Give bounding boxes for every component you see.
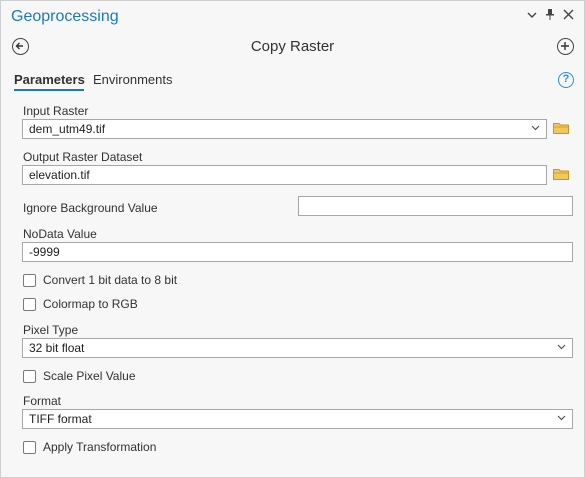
ignore-background-label: Ignore Background Value	[23, 201, 158, 215]
convert-1bit-checkbox[interactable]	[23, 274, 36, 287]
pane-title: Geoprocessing	[11, 8, 119, 25]
browse-folder-icon[interactable]	[553, 168, 569, 183]
chevron-down-icon	[531, 122, 540, 136]
convert-1bit-label: Convert 1 bit data to 8 bit	[43, 273, 178, 287]
output-raster-value: elevation.tif	[29, 168, 90, 182]
help-icon[interactable]: ?	[558, 72, 574, 88]
active-tab-indicator	[14, 89, 84, 91]
pane-menu-chevron-icon[interactable]	[527, 8, 537, 23]
pixel-type-dropdown[interactable]: 32 bit float	[22, 338, 573, 358]
close-icon[interactable]	[563, 8, 574, 23]
format-label: Format	[23, 394, 62, 408]
chevron-down-icon	[557, 412, 566, 426]
format-value: TIFF format	[29, 412, 92, 426]
format-dropdown[interactable]: TIFF format	[22, 409, 573, 429]
pixel-type-value: 32 bit float	[29, 341, 85, 355]
colormap-rgb-label: Colormap to RGB	[43, 297, 138, 311]
input-raster-label: Input Raster	[23, 104, 89, 118]
input-raster-value: dem_utm49.tif	[29, 122, 106, 136]
nodata-label: NoData Value	[23, 227, 97, 241]
apply-transformation-label: Apply Transformation	[43, 440, 157, 454]
pin-icon[interactable]	[545, 8, 555, 23]
tool-name: Copy Raster	[250, 38, 335, 55]
add-icon[interactable]	[557, 38, 574, 55]
output-raster-input[interactable]: elevation.tif	[22, 165, 547, 185]
browse-folder-icon[interactable]	[553, 122, 569, 137]
output-raster-label: Output Raster Dataset	[23, 150, 143, 164]
apply-transformation-checkbox[interactable]	[23, 441, 36, 454]
scale-pixel-label: Scale Pixel Value	[43, 369, 136, 383]
input-raster-dropdown[interactable]: dem_utm49.tif	[22, 119, 547, 139]
nodata-input[interactable]: -9999	[22, 242, 573, 262]
colormap-rgb-checkbox[interactable]	[23, 298, 36, 311]
ignore-background-input[interactable]	[298, 196, 573, 216]
tab-parameters[interactable]: Parameters	[14, 72, 85, 87]
tab-environments[interactable]: Environments	[93, 72, 172, 87]
scale-pixel-checkbox[interactable]	[23, 370, 36, 383]
chevron-down-icon	[557, 341, 566, 355]
pixel-type-label: Pixel Type	[23, 323, 79, 337]
